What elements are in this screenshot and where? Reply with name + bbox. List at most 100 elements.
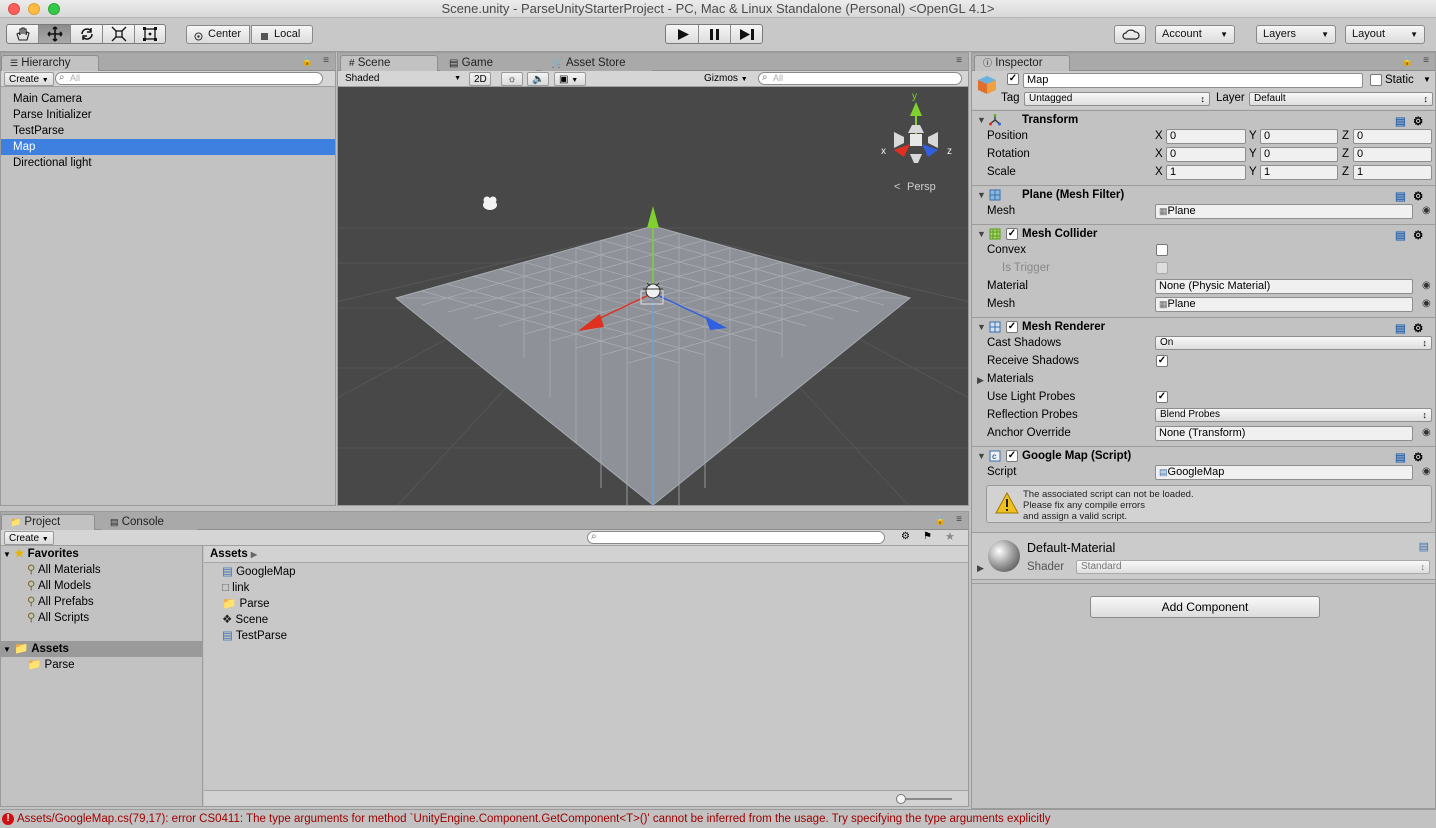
gear-icon[interactable]: ⚙ <box>1413 228 1423 242</box>
object-picker-icon[interactable]: ◉ <box>1422 427 1431 438</box>
hierarchy-item-testparse[interactable]: TestParse <box>1 123 335 139</box>
mesh-renderer-header[interactable]: ▼ ✓ Mesh Renderer ▤ ⚙ <box>972 317 1435 337</box>
collider-mesh-field[interactable]: ▦Plane <box>1155 297 1413 312</box>
mesh-filter-mesh-field[interactable]: ▦Plane <box>1155 204 1413 219</box>
hierarchy-search-input[interactable]: All <box>55 72 323 85</box>
projection-label[interactable]: Persp <box>907 181 936 193</box>
file-item[interactable]: ▤ TestParse <box>204 628 968 644</box>
object-picker-icon[interactable]: ◉ <box>1422 205 1431 216</box>
gizmos-dropdown[interactable]: Gizmos ▼ <box>700 72 750 86</box>
tab-asset-store[interactable]: 🛒 Asset Store <box>542 55 652 71</box>
mesh-collider-header[interactable]: ▼ ✓ Mesh Collider ▤ ⚙ <box>972 224 1435 244</box>
gear-icon[interactable]: ⚙ <box>1413 321 1423 335</box>
rotate-tool-button[interactable] <box>71 25 103 43</box>
tab-game[interactable]: ▤ Game <box>440 55 536 71</box>
project-create-button[interactable]: Create ▼ <box>4 531 54 545</box>
asset-folder-item[interactable]: 📁 Parse <box>1 657 202 673</box>
panel-menu-icon[interactable]: ≡ <box>1423 55 1429 66</box>
receive-shadows-checkbox[interactable]: ✓ <box>1156 355 1168 367</box>
rotation-x-field[interactable]: 0 <box>1166 147 1246 162</box>
scale-tool-button[interactable] <box>103 25 135 43</box>
mesh-renderer-enabled-checkbox[interactable]: ✓ <box>1006 321 1018 333</box>
reflection-probes-dropdown[interactable]: Blend Probes <box>1155 408 1432 422</box>
favorite-star-icon[interactable]: ★ <box>945 530 955 543</box>
gear-icon[interactable]: ⚙ <box>1413 189 1423 203</box>
anchor-override-field[interactable]: None (Transform) <box>1155 426 1413 441</box>
file-item[interactable]: □ link <box>204 580 968 596</box>
object-name-field[interactable]: Map <box>1023 73 1363 88</box>
help-book-icon[interactable]: ▤ <box>1395 228 1406 242</box>
object-picker-icon[interactable]: ◉ <box>1422 280 1431 291</box>
rotation-z-field[interactable]: 0 <box>1353 147 1432 162</box>
favorite-item[interactable]: ⚲ All Materials <box>1 562 202 578</box>
layers-dropdown[interactable]: Layers ▼ <box>1256 25 1336 44</box>
help-book-icon[interactable]: ▤ <box>1419 540 1429 553</box>
icon-size-slider[interactable] <box>898 798 952 800</box>
lighting-toggle[interactable]: ☼ <box>501 72 523 86</box>
audio-toggle[interactable]: 🔈 <box>527 72 549 86</box>
shader-dropdown[interactable]: Standard <box>1076 560 1430 574</box>
camera-icon[interactable] <box>483 196 497 211</box>
object-picker-icon[interactable]: ◉ <box>1422 298 1431 309</box>
move-tool-button[interactable] <box>39 25 71 43</box>
layer-dropdown[interactable]: Default <box>1249 92 1433 106</box>
tab-scene[interactable]: # Scene <box>340 55 438 72</box>
position-z-field[interactable]: 0 <box>1353 129 1432 144</box>
scene-viewport[interactable]: y x z < Persp <box>338 88 968 505</box>
transform-header[interactable]: ▼ Transform ▤ ⚙ <box>972 110 1435 130</box>
lock-icon[interactable]: 🔒 <box>302 56 313 67</box>
collider-material-field[interactable]: None (Physic Material) <box>1155 279 1413 294</box>
pivot-center-button[interactable]: Center <box>186 25 250 44</box>
use-light-probes-checkbox[interactable]: ✓ <box>1156 391 1168 403</box>
help-book-icon[interactable]: ▤ <box>1395 114 1406 128</box>
mesh-filter-header[interactable]: ▼ Plane (Mesh Filter) ▤ ⚙ <box>972 185 1435 205</box>
filter-label-icon[interactable]: ⚑ <box>923 531 932 542</box>
panel-menu-icon[interactable]: ≡ <box>956 514 962 525</box>
position-y-field[interactable]: 0 <box>1260 129 1338 144</box>
google-map-enabled-checkbox[interactable]: ✓ <box>1006 450 1018 462</box>
gear-icon[interactable]: ⚙ <box>1413 450 1423 464</box>
play-button[interactable] <box>666 25 699 43</box>
script-field[interactable]: ▤GoogleMap <box>1155 465 1413 480</box>
hierarchy-item-map[interactable]: Map <box>1 139 335 155</box>
add-component-button[interactable]: Add Component <box>1090 596 1320 618</box>
favorite-item[interactable]: ⚲ All Models <box>1 578 202 594</box>
hierarchy-create-button[interactable]: Create ▼ <box>4 72 54 86</box>
status-bar[interactable]: ! Assets/GoogleMap.cs(79,17): error CS04… <box>0 809 1436 828</box>
error-message[interactable]: Assets/GoogleMap.cs(79,17): error CS0411… <box>17 813 1050 825</box>
rotation-y-field[interactable]: 0 <box>1260 147 1338 162</box>
help-book-icon[interactable]: ▤ <box>1395 189 1406 203</box>
lock-icon[interactable]: 🔒 <box>935 515 946 526</box>
pause-button[interactable] <box>699 25 731 43</box>
favorite-item[interactable]: ⚲ All Scripts <box>1 610 202 626</box>
hierarchy-item-parse-initializer[interactable]: Parse Initializer <box>1 107 335 123</box>
file-item[interactable]: ❖ Scene <box>204 612 968 628</box>
layout-dropdown[interactable]: Layout ▼ <box>1345 25 1425 44</box>
project-search-input[interactable] <box>587 531 885 544</box>
effects-dropdown[interactable]: ▣ ▼ <box>554 72 586 86</box>
hierarchy-item-directional-light[interactable]: Directional light <box>1 155 335 171</box>
object-active-checkbox[interactable]: ✓ <box>1007 73 1019 85</box>
tab-hierarchy[interactable]: ☰ Hierarchy <box>1 55 99 72</box>
expand-arrow-icon[interactable]: ▶ <box>977 375 984 386</box>
position-x-field[interactable]: 0 <box>1166 129 1246 144</box>
help-book-icon[interactable]: ▤ <box>1395 450 1406 464</box>
expand-arrow-icon[interactable]: ▶ <box>977 563 984 574</box>
breadcrumb-assets[interactable]: Assets <box>210 548 248 560</box>
scale-x-field[interactable]: 1 <box>1166 165 1246 180</box>
hierarchy-item-main-camera[interactable]: Main Camera <box>1 91 335 107</box>
slider-thumb[interactable] <box>896 794 906 804</box>
account-dropdown[interactable]: Account ▼ <box>1155 25 1235 44</box>
lock-icon[interactable]: 🔒 <box>1402 56 1413 67</box>
hand-tool-button[interactable] <box>7 25 39 43</box>
rect-tool-button[interactable] <box>135 25 165 43</box>
tab-project[interactable]: 📁 Project <box>1 514 95 531</box>
gear-icon[interactable]: ⚙ <box>1413 114 1423 128</box>
panel-menu-icon[interactable]: ≡ <box>956 55 962 66</box>
shading-mode-dropdown[interactable]: Shaded ▼ <box>341 72 463 86</box>
scale-y-field[interactable]: 1 <box>1260 165 1338 180</box>
static-checkbox[interactable] <box>1370 74 1382 86</box>
step-button[interactable] <box>731 25 762 43</box>
tab-console[interactable]: ▤ Console <box>101 514 197 530</box>
materials-label[interactable]: Materials <box>987 373 1034 385</box>
